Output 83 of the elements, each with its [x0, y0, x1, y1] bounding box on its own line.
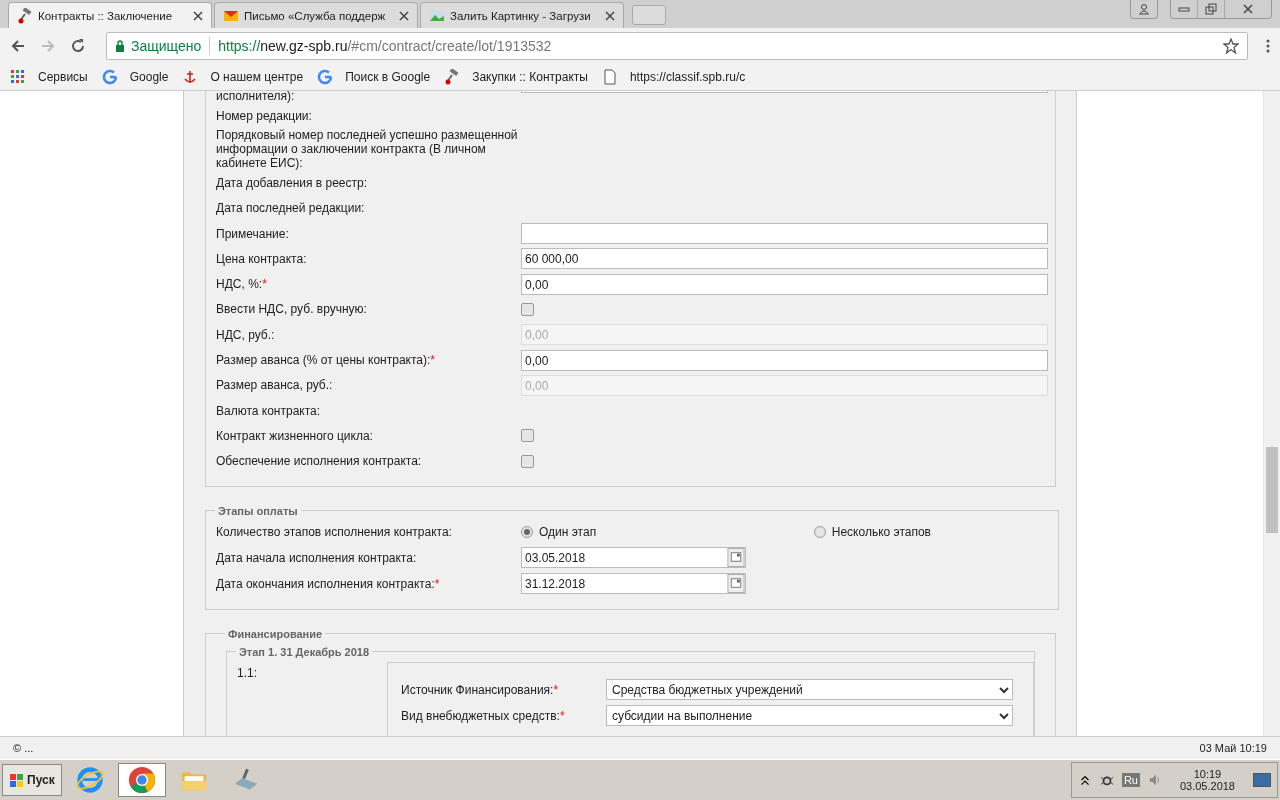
date-field[interactable]: 03.05.2018	[521, 547, 746, 569]
scrollbar-thumb[interactable]	[1266, 447, 1278, 533]
scrollbar[interactable]	[1263, 91, 1280, 736]
bookmark-star-icon[interactable]	[1223, 38, 1239, 54]
start-button[interactable]: Пуск	[2, 764, 62, 796]
calendar-icon[interactable]	[727, 574, 745, 594]
gavel-icon	[17, 7, 33, 24]
browser-e-icon[interactable]	[74, 765, 105, 795]
field-label: Порядковый номер последней успешно размещенной информации о заключении контракта (В личном кабинете ЕИС):	[216, 128, 519, 171]
speaker-icon[interactable]	[1147, 773, 1162, 787]
close-icon[interactable]	[399, 10, 409, 21]
field-label: Вид внебюджетных средств:*	[401, 708, 566, 723]
text-field[interactable]: 0,00	[521, 273, 1048, 295]
reload-icon[interactable]	[70, 38, 86, 54]
browser-tab[interactable]: Залить Картинку - Загрузи	[420, 2, 624, 28]
taskbar-button[interactable]	[117, 763, 166, 797]
text-field[interactable]: 60 000,00	[521, 248, 1048, 270]
field-label: Обеспечение исполнения контракта:	[216, 454, 423, 469]
apps-grid-icon	[10, 69, 26, 85]
status-datetime: 03 Май 10:19	[1199, 742, 1267, 754]
checkbox[interactable]	[521, 302, 534, 316]
field-label: Дата последней редакции:	[216, 201, 366, 216]
address-bar[interactable]: Защищено https://new.gz-spb.ru/#cm/contract/create/lot/1913532	[106, 32, 1248, 60]
field-label: исполнителя):	[216, 91, 296, 103]
field-label: НДС, руб.:	[216, 327, 276, 342]
checkbox[interactable]	[521, 454, 534, 468]
item-number: 1.1:	[237, 664, 258, 682]
bookmark[interactable]: https://classif.spb.ru/c	[601, 69, 746, 85]
language-indicator[interactable]: Ru	[1121, 773, 1140, 787]
dropdown[interactable]: Средства бюджетных учреждений	[606, 679, 1013, 701]
section-legend: Финансирование	[225, 627, 326, 640]
field-label: Контракт жизненного цикла:	[216, 428, 374, 443]
calendar-icon[interactable]	[727, 548, 745, 568]
section-legend: Этапы оплаты	[215, 504, 301, 517]
back-icon[interactable]	[10, 38, 26, 54]
new-tab-button[interactable]	[632, 5, 666, 25]
field-label: Дата добавления в реестр:	[216, 175, 369, 190]
person-icon	[1138, 3, 1150, 15]
field-label: Источник Финансирования:*	[401, 682, 560, 697]
field-label: Дата окончания исполнения контракта:*	[216, 576, 441, 591]
lock-icon	[115, 40, 125, 52]
field-label: Номер редакции:	[216, 108, 313, 123]
google-g-icon	[317, 69, 334, 85]
field-label: Дата начала исполнения контракта:	[216, 550, 418, 565]
clock-date: 03.05.2018	[1179, 780, 1235, 792]
anchor-icon	[182, 69, 199, 85]
text-field[interactable]	[521, 223, 1048, 245]
browser-tab[interactable]: Письмо «Служба поддерж	[214, 2, 418, 28]
google-g-icon	[101, 69, 118, 85]
windows-flag-icon	[9, 772, 25, 788]
bookmark[interactable]: О нашем центре	[182, 69, 304, 85]
chrome-icon[interactable]	[126, 765, 157, 795]
close-icon[interactable]	[605, 10, 615, 21]
radio-option[interactable]: Несколько этапов	[813, 524, 931, 539]
field-label: Ввести НДС, руб. вручную:	[216, 302, 368, 317]
clock-time: 10:19	[1193, 768, 1222, 780]
close-icon[interactable]	[193, 10, 203, 21]
field-label: Примечание:	[216, 226, 290, 241]
status-text: © ...	[13, 742, 34, 754]
profile-button[interactable]	[1130, 0, 1158, 19]
close-icon	[1242, 3, 1254, 15]
radio-option[interactable]: Один этап	[521, 524, 597, 539]
forward-icon[interactable]	[40, 38, 56, 54]
page-icon	[601, 69, 618, 85]
field-label: Размер аванса, руб.:	[216, 378, 334, 393]
restore-icon	[1205, 3, 1217, 15]
bookmark[interactable]: Сервисы	[10, 69, 88, 85]
checkbox[interactable]	[521, 429, 534, 443]
text-field[interactable]: 0,00	[521, 349, 1048, 371]
menu-icon[interactable]	[1266, 38, 1270, 54]
field-label: Размер аванса (% от цены контракта):*	[216, 353, 436, 367]
field-label: Цена контракта:	[216, 251, 308, 266]
field-label: Валюта контракта:	[216, 403, 322, 418]
date-field[interactable]: 31.12.2018	[521, 573, 746, 595]
bookmark[interactable]: Закупки :: Контракты	[444, 69, 588, 85]
gavel-icon	[444, 69, 461, 85]
bookmark[interactable]: Поиск в Google	[317, 69, 431, 85]
stage-legend: Этап 1. 31 Декабрь 2018	[236, 645, 373, 658]
browser-tab[interactable]: Контракты :: Заключение	[8, 2, 212, 28]
bookmark[interactable]: Google	[101, 69, 169, 85]
field-label: Количество этапов исполнения контракта:	[216, 524, 453, 539]
field-label: НДС, %:*	[216, 277, 268, 292]
dropdown[interactable]: субсидии на выполнение	[606, 705, 1013, 727]
